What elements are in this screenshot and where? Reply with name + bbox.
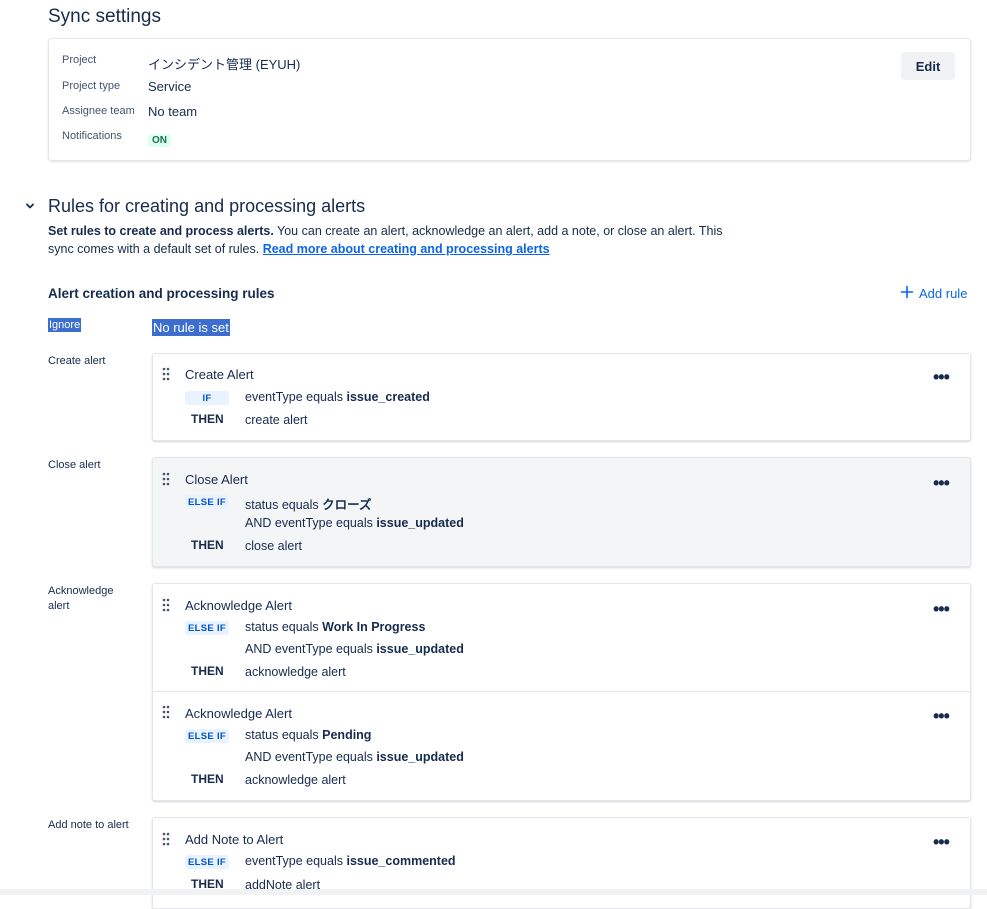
field-label-project-type: Project type xyxy=(62,80,121,92)
bottom-scroll-edge xyxy=(0,889,987,895)
rule-title: Acknowledge Alert xyxy=(185,706,292,721)
drag-handle-icon[interactable] xyxy=(162,832,170,846)
add-rule-label: Add rule xyxy=(919,286,968,301)
ignore-label: Ignore xyxy=(48,318,82,332)
category-label-close-alert: Close alert xyxy=(48,459,101,471)
rule-condition: eventType equals issue_commented xyxy=(245,854,456,868)
rule-card-acknowledge-alert-wip[interactable]: Acknowledge Alert ••• ELSE IF status equ… xyxy=(152,583,971,693)
category-label-add-note: Add note to alert xyxy=(48,819,129,831)
drag-handle-icon[interactable] xyxy=(162,472,170,486)
chevron-down-icon[interactable] xyxy=(22,198,38,214)
drag-handle-icon[interactable] xyxy=(162,367,170,381)
rule-keyword-lozenge: ELSE IF xyxy=(185,855,229,869)
rule-condition: status equals Work In Progress xyxy=(245,620,426,634)
read-more-link[interactable]: Read more about creating and processing … xyxy=(263,242,550,256)
rule-title: Create Alert xyxy=(185,367,254,382)
rule-then-label: THEN xyxy=(191,538,224,552)
rule-keyword-lozenge: ELSE IF xyxy=(185,621,229,635)
rule-condition: AND eventType equals issue_updated xyxy=(245,516,464,530)
rules-section-title: Rules for creating and processing alerts xyxy=(48,196,366,216)
field-label-assignee-team: Assignee team xyxy=(62,105,135,117)
notifications-status-badge: ON xyxy=(148,130,171,148)
rule-action: acknowledge alert xyxy=(245,665,346,679)
rule-card-create-alert[interactable]: Create Alert ••• IF eventType equals iss… xyxy=(152,353,971,441)
category-label-acknowledge-alert: Acknowledge alert xyxy=(48,585,114,612)
on-lozenge: ON xyxy=(148,134,171,147)
category-label-create-alert: Create alert xyxy=(48,355,106,367)
rule-condition: eventType equals issue_created xyxy=(245,390,430,404)
rule-then-label: THEN xyxy=(191,772,224,786)
rule-title: Close Alert xyxy=(185,472,248,487)
rule-title: Add Note to Alert xyxy=(185,832,284,847)
rule-condition: status equals クローズ xyxy=(245,498,372,512)
more-icon[interactable]: ••• xyxy=(933,367,950,388)
plus-icon xyxy=(900,285,914,302)
rule-condition: status equals Pending xyxy=(245,728,372,742)
drag-handle-icon[interactable] xyxy=(162,598,170,612)
more-icon[interactable]: ••• xyxy=(933,599,950,620)
field-label-notifications: Notifications xyxy=(62,130,122,142)
edit-button[interactable]: Edit xyxy=(901,52,955,80)
drag-handle-icon[interactable] xyxy=(162,705,170,719)
field-value-project-type: Service xyxy=(148,79,192,94)
rule-title: Acknowledge Alert xyxy=(185,598,292,613)
rule-card-add-note[interactable]: Add Note to Alert ••• ELSE IF eventType … xyxy=(152,817,971,909)
rule-card-acknowledge-alert-pending[interactable]: Acknowledge Alert ••• ELSE IF status equ… xyxy=(152,691,971,801)
rule-condition: AND eventType equals issue_updated xyxy=(245,750,464,764)
rule-action: create alert xyxy=(245,413,308,427)
add-rule-button[interactable]: Add rule xyxy=(900,285,967,302)
rule-condition: AND eventType equals issue_updated xyxy=(245,642,464,656)
rules-description: Set rules to create and process alerts. … xyxy=(48,222,748,258)
rule-then-label: THEN xyxy=(191,412,224,426)
rule-keyword-lozenge: ELSE IF xyxy=(185,729,229,743)
rule-action: acknowledge alert xyxy=(245,773,346,787)
alert-rules-subheading: Alert creation and processing rules xyxy=(48,286,275,301)
rule-keyword-lozenge: IF xyxy=(185,391,229,405)
rules-description-bold: Set rules to create and process alerts. xyxy=(48,224,274,238)
rule-card-close-alert[interactable]: Close Alert ••• ELSE IF status equals クロ… xyxy=(152,457,971,567)
field-label-project: Project xyxy=(62,54,97,66)
field-value-project: インシデント管理 (EYUH) xyxy=(148,57,301,72)
sync-settings-title: Sync settings xyxy=(48,6,161,27)
rule-keyword-lozenge: ELSE IF xyxy=(185,495,229,509)
more-icon[interactable]: ••• xyxy=(933,832,950,853)
more-icon[interactable]: ••• xyxy=(933,473,950,494)
rule-then-label: THEN xyxy=(191,664,224,678)
field-value-assignee-team: No team xyxy=(148,104,198,119)
rule-action: close alert xyxy=(245,539,302,553)
ignore-no-rule-value: No rule is set xyxy=(152,319,230,336)
more-icon[interactable]: ••• xyxy=(933,706,950,727)
